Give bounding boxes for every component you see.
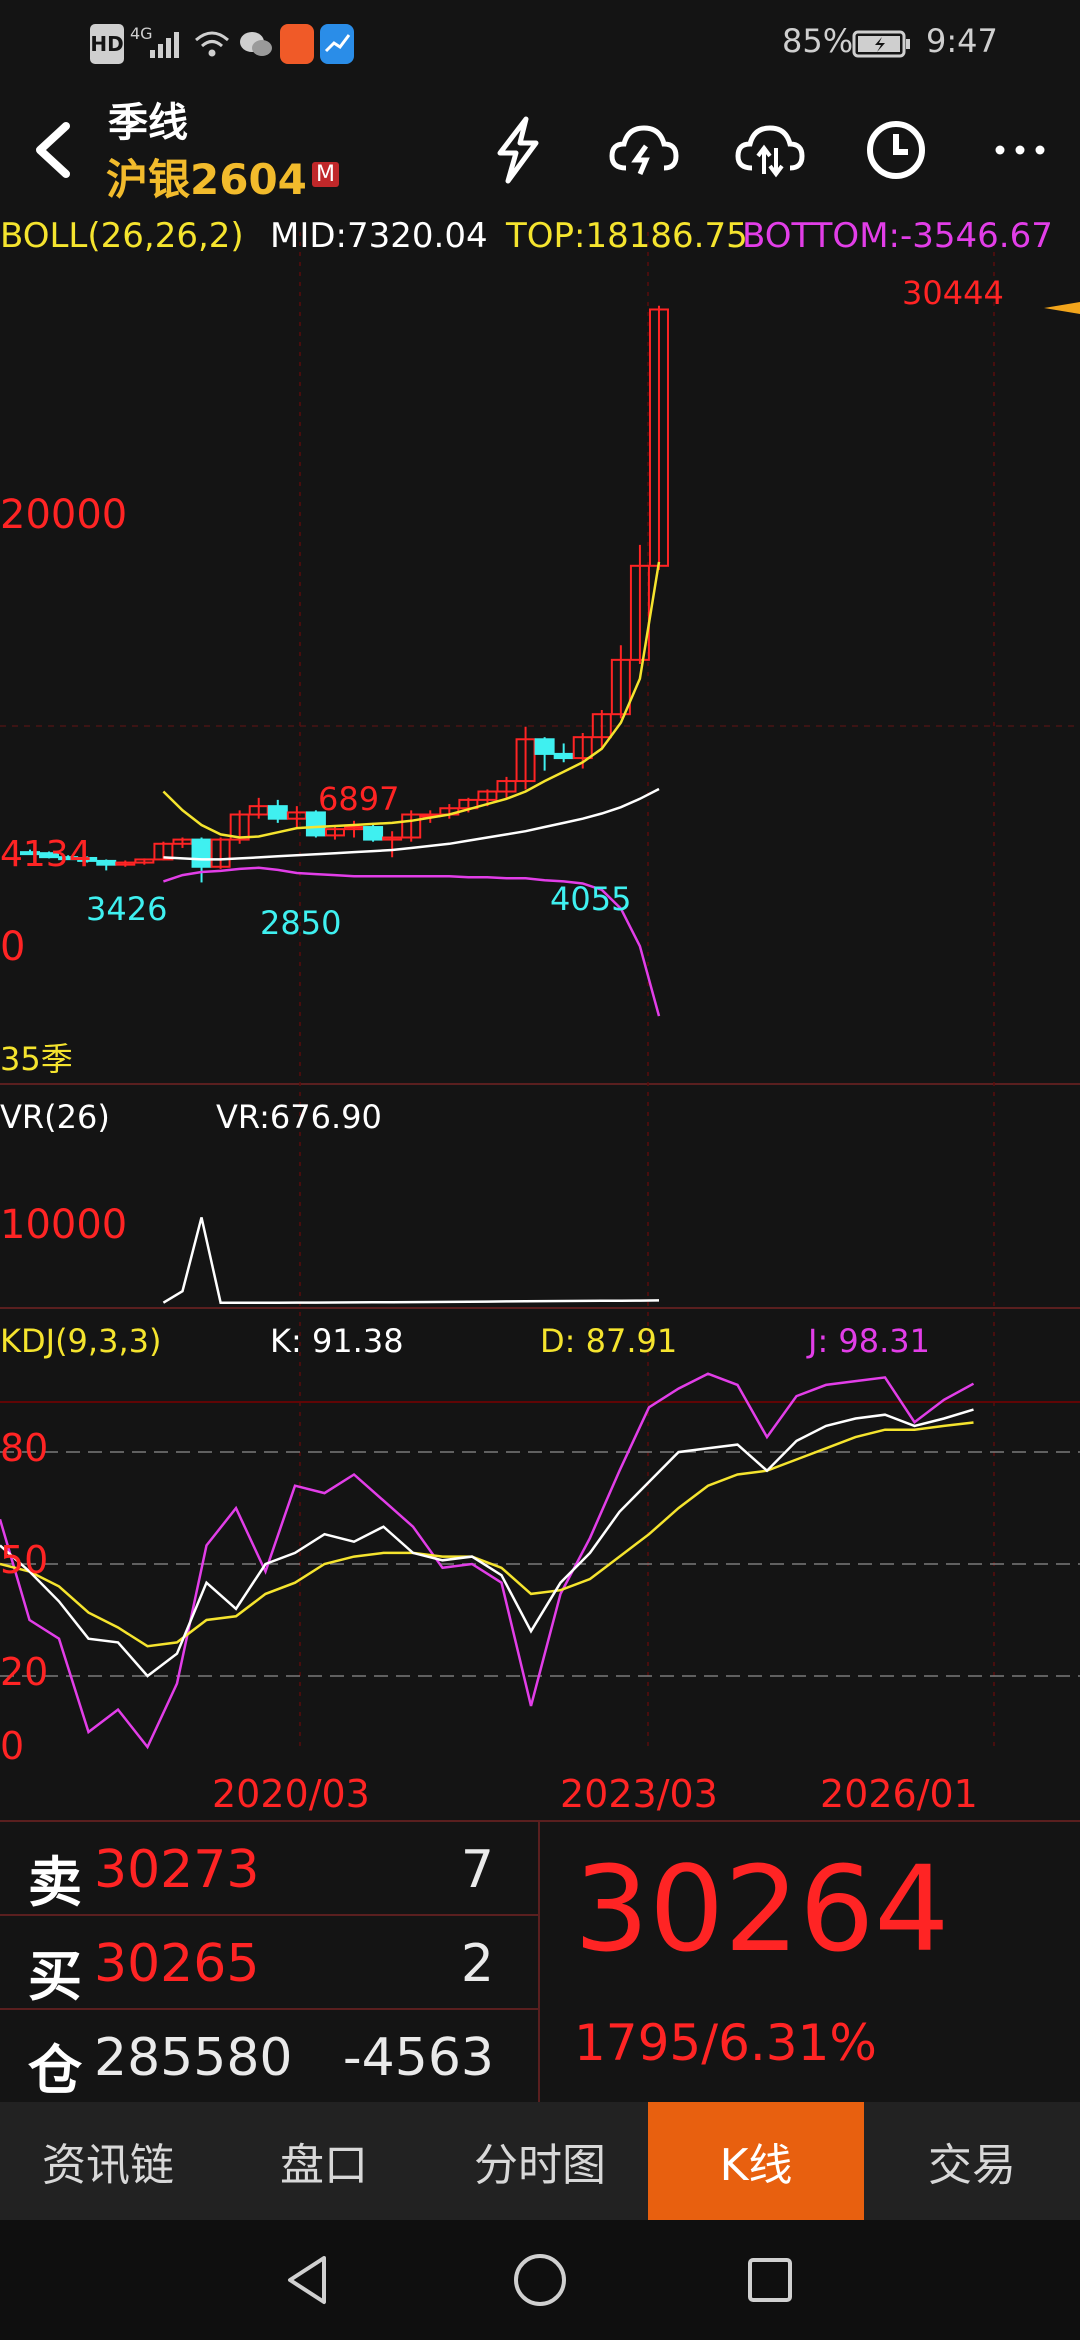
battery-percent: 85% bbox=[782, 22, 854, 60]
kdj-y-label-80: 80 bbox=[0, 1426, 49, 1470]
back-button[interactable] bbox=[14, 110, 94, 190]
status-bar: HD 4G 85% 9:47 bbox=[0, 0, 1080, 86]
header: 季线 沪银2604 M bbox=[0, 86, 1080, 212]
kdj-k-line bbox=[0, 1408, 974, 1678]
system-nav-bar bbox=[0, 2220, 1080, 2340]
symbol-title[interactable]: 沪银2604 bbox=[106, 146, 307, 207]
tab-kline[interactable]: K线 bbox=[648, 2102, 864, 2220]
tab-intraday[interactable]: 分时图 bbox=[432, 2102, 648, 2220]
ask-volume: 7 bbox=[460, 1840, 494, 1900]
candle-body bbox=[553, 752, 574, 760]
main-contract-badge: M bbox=[312, 162, 339, 187]
nav-home-button[interactable] bbox=[510, 2250, 570, 2310]
tab-trade[interactable]: 交易 bbox=[864, 2102, 1080, 2220]
kdj-y-label-0: 0 bbox=[0, 1724, 25, 1768]
high-price-label: 30444 bbox=[902, 274, 1004, 312]
stock-app-icon bbox=[320, 24, 354, 64]
period-title: 季线 bbox=[108, 100, 188, 146]
x-axis-label-2023: 2023/03 bbox=[560, 1772, 718, 1816]
local-low-label-3426: 3426 bbox=[86, 890, 168, 928]
local-high-label: 6897 bbox=[318, 780, 400, 818]
cloud-lightning-icon bbox=[609, 125, 679, 175]
kdj-legend-name: KDJ(9,3,3) bbox=[0, 1322, 162, 1360]
flash-button[interactable] bbox=[478, 110, 558, 190]
chevron-left-icon bbox=[36, 122, 70, 178]
open-interest-row[interactable]: 仓 285580 -4563 bbox=[0, 2010, 538, 2102]
vr-legend-value: VR:676.90 bbox=[216, 1098, 382, 1136]
history-button[interactable] bbox=[856, 110, 936, 190]
x-axis-label-2026: 2026/01 bbox=[820, 1772, 978, 1816]
nav-recents-button[interactable] bbox=[740, 2250, 800, 2310]
candle-body bbox=[534, 738, 555, 755]
open-interest-label: 仓 bbox=[28, 2039, 82, 2102]
more-button[interactable] bbox=[980, 110, 1060, 190]
current-price-pointer bbox=[1044, 302, 1080, 314]
wechat-icon bbox=[238, 24, 274, 64]
cloud-flash-button[interactable] bbox=[604, 110, 684, 190]
tab-order-book[interactable]: 盘口 bbox=[216, 2102, 432, 2220]
more-icon bbox=[995, 145, 1045, 155]
local-low-label-4055: 4055 bbox=[550, 880, 632, 918]
cloud-sync-button[interactable] bbox=[730, 110, 810, 190]
signal-icon: 4G bbox=[130, 24, 186, 64]
lightning-icon bbox=[497, 116, 539, 184]
clock: 9:47 bbox=[926, 22, 998, 60]
kdj-y-label-50: 50 bbox=[0, 1538, 49, 1582]
kdj-legend-j: J: 98.31 bbox=[808, 1322, 930, 1360]
ask-label: 卖 bbox=[28, 1851, 82, 1914]
price-change: 1795/6.31% bbox=[574, 2014, 877, 2072]
candle-body bbox=[267, 805, 288, 820]
tab-news-chain[interactable]: 资讯链 bbox=[0, 2102, 216, 2220]
app-notification-icon bbox=[280, 24, 314, 64]
triangle-back-icon bbox=[288, 2256, 326, 2304]
candle-body bbox=[363, 826, 384, 841]
bid-volume: 2 bbox=[460, 1934, 494, 1994]
kdj-y-label-20: 20 bbox=[0, 1650, 49, 1694]
wifi-icon bbox=[192, 24, 232, 64]
last-price: 30264 bbox=[574, 1840, 950, 1978]
kdj-legend-k: K: 91.38 bbox=[270, 1322, 404, 1360]
battery-icon bbox=[852, 24, 912, 64]
candle-body bbox=[96, 859, 117, 866]
vr-line bbox=[162, 1217, 660, 1304]
vr-legend-name: VR(26) bbox=[0, 1098, 110, 1136]
square-recents-icon bbox=[748, 2258, 792, 2302]
circle-home-icon bbox=[514, 2254, 566, 2306]
hd-icon: HD bbox=[90, 24, 124, 64]
y-axis-label-4134: 4134 bbox=[0, 834, 92, 875]
clock-icon bbox=[867, 121, 925, 179]
bid-row[interactable]: 买 30265 2 bbox=[0, 1916, 538, 2010]
vr-y-label-10000: 10000 bbox=[0, 1202, 128, 1248]
bid-label: 买 bbox=[28, 1945, 82, 2008]
boll-legend-bottom: BOTTOM:-3546.67 bbox=[742, 216, 1053, 256]
candle-body bbox=[191, 838, 212, 868]
kdj-d-line bbox=[0, 1421, 974, 1648]
bid-price: 30265 bbox=[94, 1934, 260, 1994]
kdj-legend-d: D: 87.91 bbox=[540, 1322, 678, 1360]
kline-chart[interactable]: BOLL(26,26,2) MID:7320.04 TOP:18186.75 B… bbox=[0, 212, 1080, 1820]
nav-back-button[interactable] bbox=[278, 2250, 338, 2310]
boll-legend-name: BOLL(26,26,2) bbox=[0, 216, 244, 256]
kdj-j-line bbox=[0, 1372, 975, 1750]
hd-text: HD bbox=[90, 32, 124, 56]
cloud-sync-icon bbox=[735, 125, 805, 178]
chart-canvas[interactable] bbox=[0, 212, 1080, 1820]
bottom-tab-bar: 资讯链 盘口 分时图 K线 交易 bbox=[0, 2102, 1080, 2220]
boll-legend-mid: MID:7320.04 bbox=[270, 216, 488, 256]
boll-top-line bbox=[162, 561, 661, 839]
ask-price: 30273 bbox=[94, 1840, 260, 1900]
local-low-label-2850: 2850 bbox=[260, 904, 342, 942]
boll-legend-top: TOP:18186.75 bbox=[506, 216, 748, 256]
y-axis-label-20000: 20000 bbox=[0, 492, 128, 538]
y-axis-label-0: 0 bbox=[0, 924, 26, 970]
period-count: 35季 bbox=[0, 1040, 73, 1078]
ask-row[interactable]: 卖 30273 7 bbox=[0, 1822, 538, 1916]
open-interest-change: -4563 bbox=[342, 2028, 494, 2088]
open-interest-value: 285580 bbox=[94, 2028, 293, 2088]
quote-panel: 卖 30273 7 买 30265 2 仓 285580 -4563 30264… bbox=[0, 1820, 1080, 2102]
x-axis-label-2020: 2020/03 bbox=[212, 1772, 370, 1816]
